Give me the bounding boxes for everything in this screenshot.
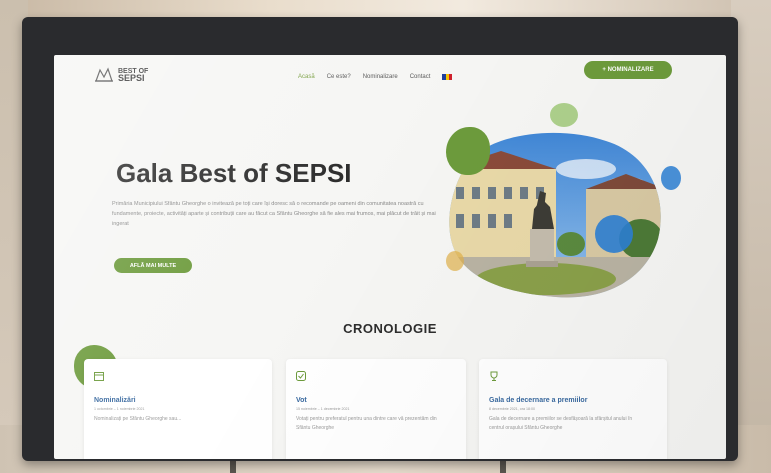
decor-blob-green bbox=[446, 127, 490, 175]
hero-title: Gala Best of SEPSI bbox=[116, 158, 352, 188]
card-date: 1 octombrie – 1 noiembrie 2021 bbox=[94, 407, 145, 411]
nominate-button[interactable]: + NOMINALIZARE bbox=[584, 61, 672, 79]
timeline-card-vote[interactable]: Vot 15 noiembrie – 1 decembrie 2021 Vota… bbox=[286, 359, 466, 459]
check-icon bbox=[296, 371, 306, 381]
card-text: Nominalizați pe Sfântu Gheorghe sau... bbox=[94, 416, 182, 422]
nav-link-contact[interactable]: Contact bbox=[410, 74, 431, 80]
logo-text: BEST OF SEPSI bbox=[118, 68, 148, 83]
nav-link-nominations[interactable]: Nominalizare bbox=[363, 74, 398, 80]
timeline-card-nominations[interactable]: Nominalizări 1 octombrie – 1 noiembrie 2… bbox=[84, 359, 272, 459]
card-text: Gala de decernare a premiilor se desfășo… bbox=[489, 416, 633, 431]
site-logo[interactable]: BEST OF SEPSI bbox=[94, 67, 148, 83]
card-date: 8 decembrie 2021, ora 18:00 bbox=[489, 407, 535, 411]
decor-blob-blue-small bbox=[661, 166, 681, 190]
decor-blob-lightgreen bbox=[550, 103, 578, 127]
trophy-icon bbox=[490, 371, 498, 381]
card-text: Votați pentru preferatul pentru una dint… bbox=[296, 416, 437, 431]
card-title: Nominalizări bbox=[94, 397, 136, 404]
card-title: Vot bbox=[296, 397, 307, 404]
hero-description: Primăria Municipiului Sfântu Gheorghe o … bbox=[112, 201, 436, 227]
nav-link-home[interactable]: Acasă bbox=[298, 74, 315, 80]
decor-blob-orange bbox=[446, 251, 464, 271]
timeline-title: CRONOLOGIE bbox=[343, 321, 437, 336]
language-flag-icon[interactable] bbox=[442, 74, 453, 80]
learn-more-button[interactable]: AFLĂ MAI MULTE bbox=[114, 258, 192, 273]
logo-line2: SEPSI bbox=[118, 73, 145, 83]
monitor: BEST OF SEPSI Acasă Ce este? Nominalizar… bbox=[22, 17, 738, 461]
nav-links: Acasă Ce este? Nominalizare Contact bbox=[298, 74, 453, 80]
card-title: Gala de decernare a premiilor bbox=[489, 397, 588, 404]
timeline-card-gala[interactable]: Gala de decernare a premiilor 8 decembri… bbox=[479, 359, 667, 459]
decor-blob-blue bbox=[595, 215, 633, 253]
screen: BEST OF SEPSI Acasă Ce este? Nominalizar… bbox=[54, 55, 726, 459]
card-date: 15 noiembrie – 1 decembrie 2021 bbox=[296, 407, 350, 411]
calendar-icon bbox=[94, 372, 104, 381]
nav-link-about[interactable]: Ce este? bbox=[327, 74, 351, 80]
navbar: BEST OF SEPSI Acasă Ce este? Nominalizar… bbox=[54, 55, 726, 95]
logo-icon bbox=[95, 67, 113, 82]
